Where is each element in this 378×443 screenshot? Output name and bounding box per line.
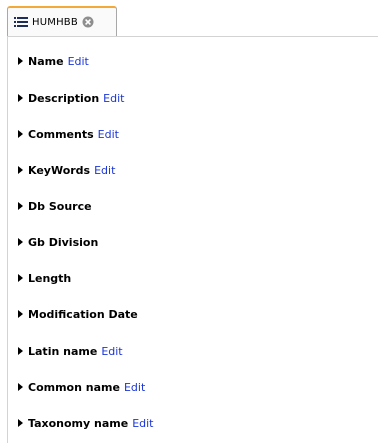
field-label: Length	[28, 271, 72, 285]
field-label: Name	[28, 54, 64, 68]
expand-arrow-icon[interactable]	[18, 202, 23, 210]
expand-arrow-icon[interactable]	[18, 347, 23, 355]
field-row-modification-date[interactable]: Modification Date	[18, 306, 138, 322]
edit-link[interactable]: Edit	[98, 128, 119, 141]
field-label: Latin name	[28, 344, 98, 358]
expand-arrow-icon[interactable]	[18, 383, 23, 391]
expand-arrow-icon[interactable]	[18, 310, 23, 318]
field-row-comments[interactable]: Comments Edit	[18, 126, 119, 142]
field-row-db-source[interactable]: Db Source	[18, 198, 92, 214]
expand-arrow-icon[interactable]	[18, 274, 23, 282]
list-icon	[14, 16, 28, 28]
edit-link[interactable]: Edit	[132, 417, 153, 430]
expand-arrow-icon[interactable]	[18, 238, 23, 246]
tab-bar: HUMHBB	[0, 0, 378, 37]
tab-humhbb[interactable]: HUMHBB	[7, 6, 117, 36]
expand-arrow-icon[interactable]	[18, 94, 23, 102]
tab-label: HUMHBB	[32, 16, 78, 28]
expand-arrow-icon[interactable]	[18, 57, 23, 65]
edit-link[interactable]: Edit	[94, 164, 115, 177]
field-row-description[interactable]: Description Edit	[18, 90, 124, 106]
field-row-taxonomy-name[interactable]: Taxonomy name Edit	[18, 415, 154, 431]
field-row-latin-name[interactable]: Latin name Edit	[18, 343, 123, 359]
properties-panel: Name Edit Description Edit Comments Edit…	[7, 36, 378, 443]
expand-arrow-icon[interactable]	[18, 419, 23, 427]
field-row-gb-division[interactable]: Gb Division	[18, 234, 98, 250]
edit-link[interactable]: Edit	[68, 55, 89, 68]
field-row-name[interactable]: Name Edit	[18, 53, 89, 69]
expand-arrow-icon[interactable]	[18, 130, 23, 138]
close-icon[interactable]	[82, 16, 94, 28]
field-label: Taxonomy name	[28, 416, 129, 430]
field-label: Db Source	[28, 199, 92, 213]
field-row-common-name[interactable]: Common name Edit	[18, 379, 145, 395]
expand-arrow-icon[interactable]	[18, 166, 23, 174]
field-label: Description	[28, 91, 100, 105]
field-row-length[interactable]: Length	[18, 270, 71, 286]
field-label: Gb Division	[28, 235, 99, 249]
field-label: KeyWords	[28, 163, 91, 177]
field-label: Modification Date	[28, 307, 138, 321]
edit-link[interactable]: Edit	[124, 381, 145, 394]
field-label: Common name	[28, 380, 120, 394]
edit-link[interactable]: Edit	[101, 345, 122, 358]
field-row-keywords[interactable]: KeyWords Edit	[18, 162, 115, 178]
edit-link[interactable]: Edit	[103, 92, 124, 105]
field-label: Comments	[28, 127, 94, 141]
